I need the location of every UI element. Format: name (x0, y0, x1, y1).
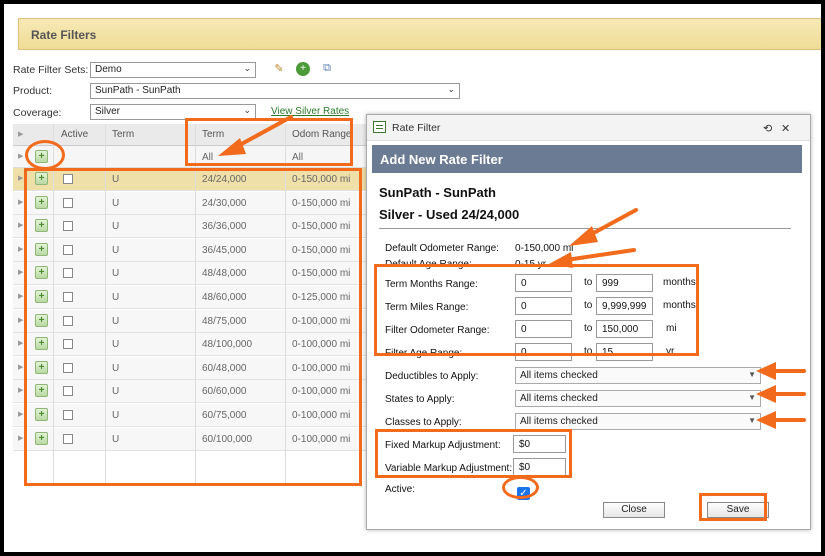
expand-icon: ▶ (18, 153, 24, 160)
chevron-down-icon: ▼ (748, 370, 756, 379)
expand-icon[interactable]: ▶ (18, 174, 23, 182)
dialog-titlebar: Rate Filter ⟲ ✕ (367, 115, 810, 141)
rate-filter-sets-label: Rate Filter Sets: (13, 64, 89, 76)
expand-icon[interactable]: ▶ (18, 363, 23, 371)
expand-icon[interactable]: ▶ (18, 434, 23, 442)
active-label: Active: (385, 484, 416, 495)
chevron-down-icon: ▼ (748, 393, 756, 402)
expand-icon[interactable]: ▶ (18, 268, 23, 276)
edit-icon[interactable]: ✎ (272, 62, 286, 76)
classes-label: Classes to Apply: (385, 417, 462, 428)
divider (379, 228, 791, 229)
states-label: States to Apply: (385, 394, 455, 405)
refresh-icon[interactable]: ⟲ (763, 122, 772, 135)
chevron-down-icon: ▼ (748, 416, 756, 425)
product-label: Product: (13, 85, 53, 97)
expand-icon[interactable]: ▶ (18, 221, 23, 229)
term-odom-header-highlight (185, 118, 353, 166)
form-icon (373, 121, 386, 133)
product-heading: SunPath - SunPath (379, 185, 496, 200)
dialog-window-title: Rate Filter (392, 122, 441, 134)
chevron-down-icon: ⌄ (243, 63, 251, 73)
grid-rows-highlight (24, 168, 362, 486)
product-value: SunPath - SunPath (95, 85, 181, 96)
expand-icon[interactable]: ▶ (18, 316, 23, 324)
add-icon[interactable]: + (296, 62, 310, 76)
coverage-value: Silver (95, 106, 121, 117)
close-icon[interactable]: ✕ (781, 122, 790, 135)
copy-icon[interactable]: ⧉ (320, 61, 334, 75)
expand-icon[interactable]: ▶ (18, 292, 23, 300)
default-odometer-value: 0-150,000 mi (515, 243, 574, 254)
active-highlight (502, 476, 539, 499)
classes-dropdown[interactable]: All items checked ▼ (515, 413, 761, 430)
close-button[interactable]: Close (603, 502, 665, 518)
column-term[interactable]: Term (112, 129, 134, 140)
chevron-down-icon: ⌄ (243, 105, 251, 115)
expand-icon: ▶ (18, 131, 24, 138)
rate-filter-sets-select[interactable]: Demo ⌄ (90, 62, 256, 78)
expand-icon[interactable]: ▶ (18, 198, 23, 206)
deductibles-label: Deductibles to Apply: (385, 371, 479, 382)
rate-filter-sets-value: Demo (95, 64, 122, 75)
dialog-header: Add New Rate Filter (372, 145, 802, 173)
default-odometer-label: Default Odometer Range: (385, 243, 499, 254)
coverage-heading: Silver - Used 24/24,000 (379, 207, 520, 222)
save-highlight (699, 493, 767, 521)
panel-title: Rate Filters (18, 18, 821, 50)
column-active[interactable]: Active (61, 129, 88, 140)
expand-icon[interactable]: ▶ (18, 410, 23, 418)
states-value: All items checked (520, 393, 598, 404)
deductibles-dropdown[interactable]: All items checked ▼ (515, 367, 761, 384)
deductibles-value: All items checked (520, 370, 598, 381)
states-dropdown[interactable]: All items checked ▼ (515, 390, 761, 407)
classes-value: All items checked (520, 416, 598, 427)
app-window: Rate Filters Rate Filter Sets: Demo ⌄ ✎ … (4, 4, 821, 552)
add-filter-highlight (25, 140, 65, 170)
expand-icon[interactable]: ▶ (18, 386, 23, 394)
product-select[interactable]: SunPath - SunPath ⌄ (90, 83, 460, 99)
ranges-highlight (374, 264, 699, 356)
chevron-down-icon: ⌄ (447, 84, 455, 94)
view-rates-link[interactable]: View Silver Rates (271, 106, 349, 117)
expand-icon[interactable]: ▶ (18, 245, 23, 253)
coverage-label: Coverage: (13, 107, 62, 119)
expand-icon[interactable]: ▶ (18, 339, 23, 347)
markup-highlight (375, 429, 572, 478)
